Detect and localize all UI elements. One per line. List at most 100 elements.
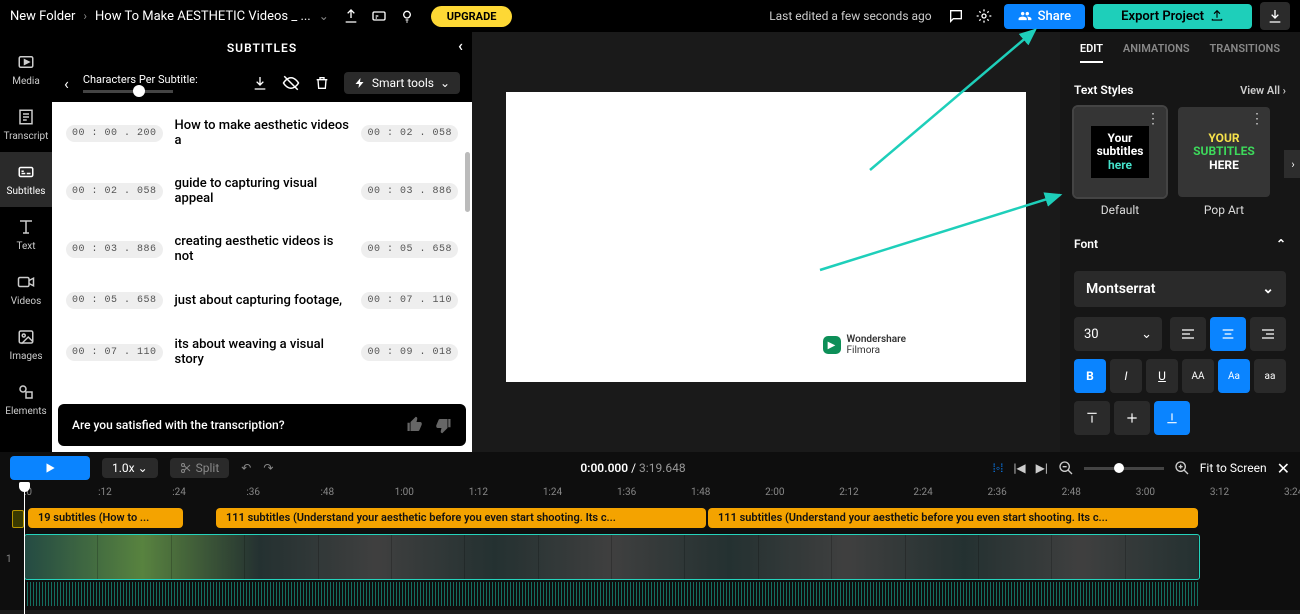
ruler-tick: 3:24 [1284, 487, 1300, 498]
subtitle-text[interactable]: creating aesthetic videos is not [175, 234, 350, 264]
breadcrumb-folder[interactable]: New Folder [10, 9, 75, 24]
lightbulb-icon[interactable] [393, 2, 421, 30]
undo-icon[interactable]: ↶ [241, 461, 251, 475]
rail-media[interactable]: Media [0, 42, 52, 97]
video-track[interactable] [24, 534, 1200, 580]
uppercase-button[interactable]: AA [1182, 359, 1214, 393]
subtitle-text[interactable]: just about capturing footage, [175, 293, 350, 308]
zoom-in-icon[interactable] [1174, 460, 1190, 476]
view-all-link[interactable]: View All › [1240, 84, 1286, 97]
subtitle-row[interactable]: 00 : 02 . 058guide to capturing visual a… [60, 162, 464, 220]
subtitle-chip[interactable]: 19 subtitles (How to ... [28, 508, 183, 528]
redo-icon[interactable]: ↷ [263, 461, 273, 475]
rail-text[interactable]: Text [0, 207, 52, 262]
lowercase-button[interactable]: aa [1254, 359, 1286, 393]
ruler-tick: :48 [320, 487, 334, 498]
chevron-down-icon: ⌄ [1141, 327, 1152, 342]
delete-icon[interactable] [314, 75, 330, 91]
videos-icon [16, 272, 36, 292]
end-time: 00 : 03 . 886 [361, 183, 458, 200]
chevron-right-icon: › [83, 9, 87, 23]
split-button[interactable]: Split [170, 458, 230, 478]
titlecase-button[interactable]: Aa [1218, 359, 1250, 393]
style-popart[interactable]: ⋮YOURSUBTITLESHERE Pop Art [1178, 107, 1270, 217]
tab-edit[interactable]: EDIT [1080, 42, 1103, 63]
ruler-tick: 1:12 [469, 487, 488, 498]
thumbs-down-icon[interactable] [434, 416, 452, 434]
elements-icon [16, 382, 36, 402]
rail-elements[interactable]: Elements [0, 372, 52, 427]
subtitle-row[interactable]: 00 : 00 . 200How to make aesthetic video… [60, 104, 464, 162]
subtitle-text[interactable]: How to make aesthetic videos a [175, 118, 350, 148]
comment-icon[interactable] [942, 2, 970, 30]
bold-button[interactable]: B [1074, 359, 1106, 393]
back-icon[interactable]: ‹ [64, 74, 69, 93]
transcript-icon [16, 107, 36, 127]
collapse-icon[interactable]: ‹ [458, 36, 464, 55]
subtitle-row[interactable]: 00 : 07 . 110its about weaving a visual … [60, 323, 464, 381]
close-icon[interactable]: ✕ [1277, 459, 1290, 478]
timeline-ruler[interactable]: :0:12:24:36:481:001:121:241:361:482:002:… [0, 484, 1300, 506]
more-icon[interactable]: ⋮ [1146, 111, 1160, 127]
download-subtitles-icon[interactable] [252, 75, 268, 91]
audio-waveform[interactable] [24, 582, 1200, 606]
subtitles-toolbar: ‹ Characters Per Subtitle: Smart tools ⌄ [52, 64, 472, 102]
subtitles-list[interactable]: 00 : 00 . 200How to make aesthetic video… [52, 102, 472, 398]
thumbs-up-icon[interactable] [406, 416, 424, 434]
tab-transitions[interactable]: TRANSITIONS [1209, 42, 1280, 63]
trim-end-icon[interactable]: ▶| [1036, 461, 1048, 475]
fit-to-screen-button[interactable]: Fit to Screen [1200, 461, 1267, 475]
scrollbar[interactable] [465, 152, 470, 212]
rail-transcript[interactable]: Transcript [0, 97, 52, 152]
smart-tools-button[interactable]: Smart tools ⌄ [344, 72, 460, 94]
upgrade-button[interactable]: UPGRADE [431, 6, 513, 27]
underline-button[interactable]: U [1146, 359, 1178, 393]
rail-videos[interactable]: Videos [0, 262, 52, 317]
subtitle-text[interactable]: guide to capturing visual appeal [175, 176, 350, 206]
subtitle-row[interactable]: 00 : 05 . 658just about capturing footag… [60, 278, 464, 323]
subtitle-track-icon[interactable] [12, 510, 24, 528]
caption-icon[interactable] [365, 2, 393, 30]
play-button[interactable] [10, 456, 90, 480]
align-right-button[interactable] [1250, 317, 1286, 351]
timeline-tracks[interactable]: 19 subtitles (How to ... 111 subtitles (… [0, 506, 1300, 610]
share-button[interactable]: Share [1004, 4, 1086, 29]
more-icon[interactable]: ⋮ [1250, 111, 1264, 127]
zoom-slider[interactable] [1084, 467, 1164, 470]
settings-icon[interactable] [970, 2, 998, 30]
chevron-down-icon: ⌄ [440, 76, 450, 90]
zoom-out-icon[interactable] [1058, 460, 1074, 476]
rail-subtitles[interactable]: Subtitles [0, 152, 52, 207]
font-size-select[interactable]: 30⌄ [1074, 317, 1162, 351]
magnet-icon[interactable]: ⁞◦⁞ [993, 461, 1004, 475]
hide-icon[interactable] [282, 74, 300, 92]
cps-control[interactable]: Characters Per Subtitle: [83, 73, 198, 93]
subtitle-chip[interactable]: 111 subtitles (Understand your aesthetic… [216, 508, 706, 528]
valign-top-button[interactable] [1074, 401, 1110, 435]
valign-middle-button[interactable] [1114, 401, 1150, 435]
dropdown-icon[interactable]: ⌄ [319, 9, 329, 23]
export-button[interactable]: Export Project [1093, 4, 1252, 29]
upload-icon[interactable] [337, 2, 365, 30]
font-family-select[interactable]: Montserrat ⌄ [1074, 271, 1286, 307]
subtitle-row[interactable]: 00 : 03 . 886creating aesthetic videos i… [60, 220, 464, 278]
subtitle-text[interactable]: its about weaving a visual story [175, 337, 350, 367]
preview-canvas[interactable]: ▶ Wondershare Filmora [506, 92, 1026, 382]
ruler-tick: 2:00 [765, 487, 784, 498]
track-number: 1 [6, 554, 12, 565]
collapse-section-icon[interactable]: ⌃ [1276, 237, 1286, 251]
align-center-button[interactable] [1210, 317, 1246, 351]
download-icon[interactable] [1260, 2, 1290, 30]
style-default[interactable]: ⋮Yoursubtitleshere Default [1074, 107, 1166, 217]
next-style-icon[interactable]: › [1284, 150, 1300, 178]
breadcrumb-project[interactable]: How To Make AESTHETIC Videos _ ... [95, 9, 311, 24]
subtitle-chip[interactable]: 111 subtitles (Understand your aesthetic… [708, 508, 1198, 528]
italic-button[interactable]: I [1110, 359, 1142, 393]
tab-animations[interactable]: ANIMATIONS [1123, 42, 1190, 63]
valign-bottom-button[interactable] [1154, 401, 1190, 435]
playhead[interactable] [24, 484, 25, 614]
trim-start-icon[interactable]: |◀ [1013, 461, 1025, 475]
rail-images[interactable]: Images [0, 317, 52, 372]
speed-select[interactable]: 1.0x ⌄ [102, 458, 158, 478]
align-left-button[interactable] [1170, 317, 1206, 351]
